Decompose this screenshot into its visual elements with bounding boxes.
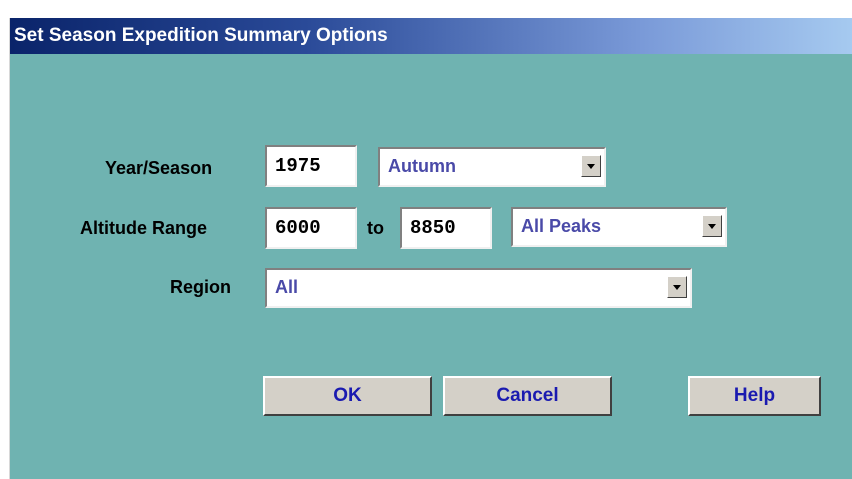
title-bar[interactable]: Set Season Expedition Summary Options [10, 18, 852, 54]
cancel-button[interactable]: Cancel [443, 376, 612, 416]
chevron-down-icon [587, 164, 595, 169]
options-dialog: Set Season Expedition Summary Options Ye… [9, 18, 852, 479]
altitude-max-input[interactable]: 8850 [400, 207, 492, 249]
year-input[interactable]: 1975 [265, 145, 357, 187]
altitude-range-label: Altitude Range [80, 218, 208, 238]
altitude-min-value: 6000 [275, 217, 321, 239]
peaks-value: All Peaks [521, 216, 602, 236]
to-label: to [367, 218, 384, 238]
help-button[interactable]: Help [688, 376, 821, 416]
region-dropdown-button[interactable] [667, 276, 687, 298]
region-label: Region [170, 277, 231, 297]
region-select[interactable]: All [265, 268, 692, 308]
year-season-label: Year/Season [105, 158, 213, 178]
dialog-title: Set Season Expedition Summary Options [14, 25, 388, 46]
altitude-min-input[interactable]: 6000 [265, 207, 357, 249]
peaks-dropdown-button[interactable] [702, 215, 722, 237]
altitude-max-value: 8850 [410, 217, 456, 239]
season-value: Autumn [388, 156, 456, 176]
chevron-down-icon [708, 224, 716, 229]
chevron-down-icon [673, 285, 681, 290]
year-value: 1975 [275, 155, 321, 177]
season-dropdown-button[interactable] [581, 155, 601, 177]
region-value: All [275, 277, 299, 297]
peaks-select[interactable]: All Peaks [511, 207, 727, 247]
season-select[interactable]: Autumn [378, 147, 606, 187]
ok-button[interactable]: OK [263, 376, 432, 416]
